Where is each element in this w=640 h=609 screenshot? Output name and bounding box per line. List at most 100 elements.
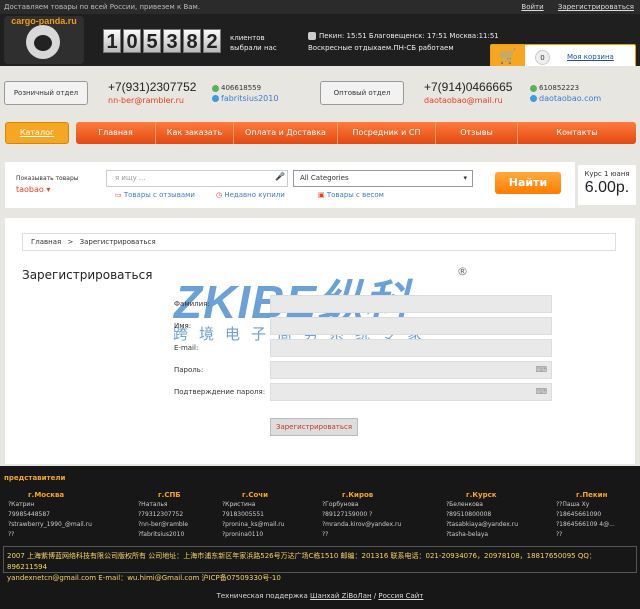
rep-skype: ?pronina0110 (222, 531, 264, 538)
wholesale-email[interactable]: daotaobao@mail.ru (424, 96, 503, 105)
rep-skype: ?tasha-belaya (446, 531, 489, 538)
keyboard-icon[interactable]: ⌨ (535, 365, 547, 374)
nav-item-home[interactable]: Главная (76, 122, 156, 144)
tagline: Доставляем товары по всей России, привез… (4, 3, 201, 11)
client-counter: 1 0 5 3 8 2 (103, 29, 221, 53)
password-field[interactable]: ⌨ (270, 361, 552, 379)
rep-column: г.Курск ?Беленкова ?89510800008 ?tasabki… (446, 490, 556, 540)
category-select[interactable]: All Categories ▾ (293, 170, 473, 187)
rep-email[interactable]: ?tasabkiaya@yandex.ru (446, 520, 556, 530)
surname-label: Фамилия: (174, 300, 210, 308)
cart-link[interactable]: Моя корзина (567, 53, 614, 61)
site-logo[interactable]: cargo-panda.ru (4, 16, 84, 64)
top-bar: Доставляем товары по всей России, привез… (0, 0, 640, 14)
link-recent[interactable]: ◷ Недавно купили (216, 191, 285, 199)
support-prefix: Техническая поддержка (216, 592, 308, 600)
company-info: 2007 上海紫博蓝网络科技有限公司版权所有 公司地址：上海市浦东新区年家浜路5… (3, 546, 637, 582)
rep-name: ?Беленкова (446, 501, 483, 508)
rep-skype: ?? (8, 531, 15, 538)
wholesale-dept-button[interactable]: Оптовый отдел (320, 81, 404, 105)
comment-icon: ▭ (115, 191, 124, 199)
tech-support: Техническая поддержка Шанхай ZiBoЛан / Р… (0, 592, 640, 600)
rep-email[interactable]: ?strawberry_1990_@mail.ru (8, 520, 118, 530)
breadcrumb-separator: > (67, 238, 74, 246)
rate-label: Курс 1 юаня (584, 170, 630, 178)
email-field[interactable] (270, 339, 552, 357)
rep-column: г.Пекин ??Паша Ху ?18645661090 ?18645661… (556, 490, 638, 540)
wholesale-phone: +7(914)0466665 (424, 80, 513, 94)
auth-links: Войти Зарегистрироваться (509, 0, 634, 14)
support-separator: / (373, 592, 377, 600)
rep-phone: 79985448587 (8, 511, 50, 518)
exchange-rate: Курс 1 юаня 6.00р. (578, 165, 636, 205)
search-input[interactable]: я ищу ... (106, 170, 288, 187)
counter-digit: 1 (103, 29, 121, 53)
name-field[interactable] (270, 317, 552, 335)
retail-skype[interactable]: fabritsius2010 (221, 94, 278, 103)
weight-icon: ▣ (318, 191, 327, 199)
skype-icon (530, 95, 537, 102)
breadcrumb-current: Зарегистрироваться (79, 238, 156, 246)
menu-bar: Главная Как заказать Оплата и Доставка П… (76, 122, 636, 144)
rep-city: г.Пекин (576, 491, 608, 499)
login-link[interactable]: Войти (521, 3, 543, 11)
nav-item-contacts[interactable]: Контакты (518, 122, 636, 144)
nav-item-how-to-order[interactable]: Как заказать (156, 122, 234, 144)
search-panel (5, 162, 575, 208)
rate-value: 6.00р. (584, 179, 630, 196)
rep-phone: ?18645661090 (556, 511, 602, 518)
source-value: taobao (16, 185, 44, 194)
counter-digit: 0 (123, 29, 141, 53)
time-info: Пекин: 15:51 Благовещенск: 17:51 Москва:… (308, 30, 499, 54)
rep-phone: ?89510800008 (446, 511, 492, 518)
source-select[interactable]: taobao ▾ (16, 185, 50, 194)
retail-phone: +7(931)2307752 (108, 80, 197, 94)
rep-email[interactable]: ?1864566109 4@... (556, 520, 638, 530)
counter-digit: 8 (183, 29, 201, 53)
representatives-title: представители (4, 474, 66, 482)
rep-name: ?Катрин (8, 501, 35, 508)
rep-skype: ?? (556, 531, 563, 538)
keyboard-icon[interactable]: ⌨ (535, 387, 547, 396)
retail-email[interactable]: nn-ber@rambler.ru (108, 96, 184, 105)
link-with-weight[interactable]: ▣ Товары с весом (318, 191, 384, 199)
link-recent-label: Недавно купили (224, 191, 285, 199)
counter-digit: 2 (203, 29, 221, 53)
retail-icq: 406618559 (221, 84, 262, 92)
support-link-russia[interactable]: Россия Сайт (378, 592, 423, 600)
wholesale-skype[interactable]: daotaobao.com (539, 94, 601, 103)
rep-skype: ?? (322, 531, 329, 538)
city-times: Пекин: 15:51 Благовещенск: 17:51 Москва:… (319, 32, 499, 40)
find-button[interactable]: Найти (495, 172, 561, 194)
rep-name: ??Паша Ху (556, 501, 590, 508)
rep-city: г.Москва (28, 491, 65, 499)
confirm-password-field[interactable]: ⌨ (270, 383, 552, 401)
register-link[interactable]: Зарегистрироваться (558, 3, 634, 11)
icq-icon (212, 84, 219, 92)
rep-column: г.Москва ?Катрин 79985448587 ?strawberry… (8, 490, 118, 540)
catalog-button[interactable]: Каталог (5, 122, 69, 144)
name-label: Имя: (174, 322, 192, 330)
clock-icon (308, 32, 316, 40)
link-with-reviews[interactable]: ▭ Товары с отзывами (115, 191, 195, 199)
rep-email[interactable]: ?pronina_ks@mail.ru (222, 520, 332, 530)
counter-digit: 5 (143, 29, 161, 53)
rep-email[interactable]: ?mranda.kirov@yandex.ru (322, 520, 432, 530)
clients-caption: клиентов выбрали нас (230, 34, 277, 52)
nav-item-payment-delivery[interactable]: Оплата и Доставка (234, 122, 338, 144)
nav-item-intermediary[interactable]: Посредник и СП (338, 122, 436, 144)
show-items-label: Показывать товары (16, 175, 79, 182)
breadcrumb-home[interactable]: Главная (31, 238, 61, 246)
nav-item-reviews[interactable]: Отзывы (436, 122, 518, 144)
link-with-weight-label: Товары с весом (326, 191, 384, 199)
password-label: Пароль: (174, 366, 204, 374)
retail-dept-button[interactable]: Розничный отдел (4, 81, 88, 105)
rep-phone: 79183005551 (222, 511, 264, 518)
microphone-icon[interactable]: 🎤 (275, 172, 285, 181)
category-value: All Categories (300, 174, 349, 182)
rep-city: г.Курск (466, 491, 497, 499)
surname-field[interactable] (270, 295, 552, 313)
support-link-shanghai[interactable]: Шанхай ZiBoЛан (310, 592, 372, 600)
register-submit-button[interactable]: Зарегистрироваться (270, 418, 358, 436)
wholesale-icq: 610852223 (539, 84, 580, 92)
